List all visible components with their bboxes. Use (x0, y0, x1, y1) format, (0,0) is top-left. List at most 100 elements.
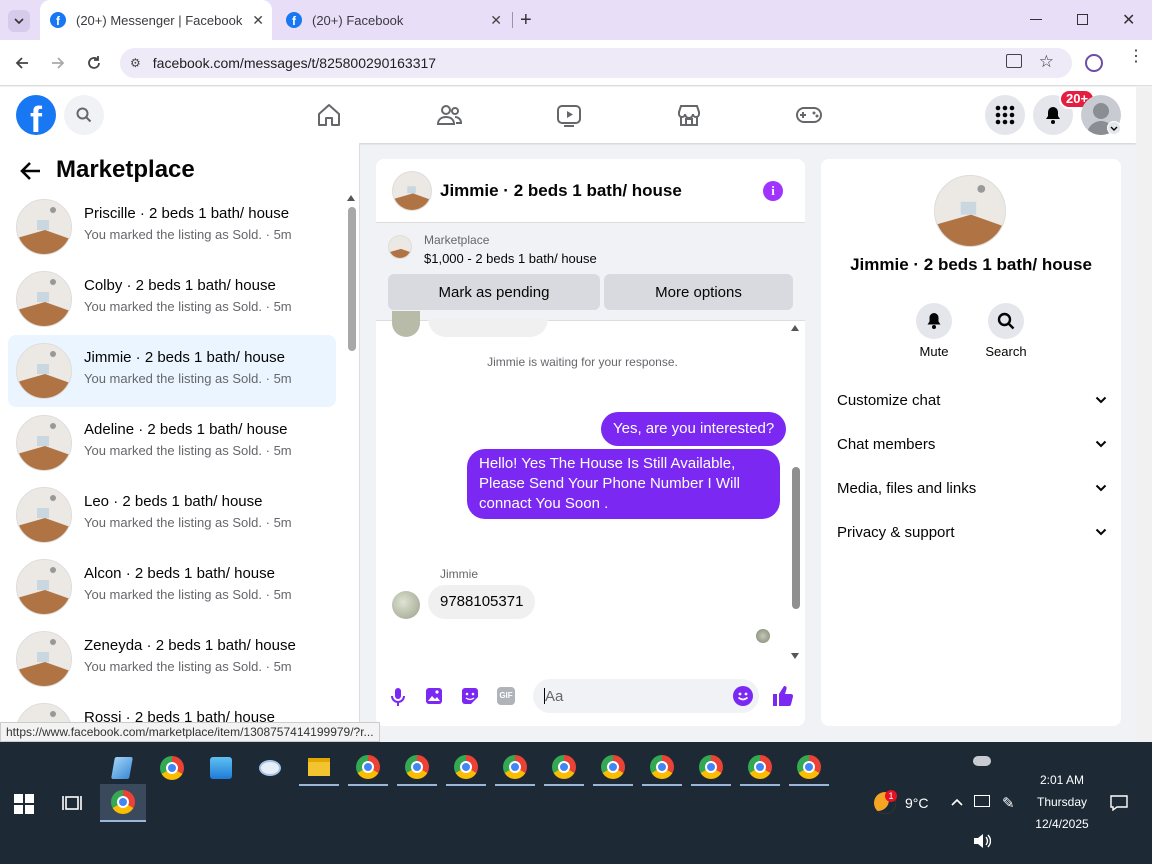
conversation-snippet: You marked the listing as Sold. · 5m (84, 515, 292, 530)
close-tab-icon[interactable]: ✕ (252, 12, 264, 29)
install-app-icon[interactable] (1006, 54, 1022, 68)
forward-arrow-icon[interactable] (47, 52, 69, 74)
tab-title: (20+) Messenger | Facebook (76, 12, 243, 28)
conversation-item[interactable]: Adeline · 2 beds 1 bath/ house You marke… (8, 407, 336, 479)
message-input[interactable]: Aa (533, 679, 759, 713)
chrome-profile-icon[interactable] (348, 750, 388, 786)
microphone-icon[interactable] (390, 687, 406, 707)
conversation-item[interactable]: Priscille · 2 beds 1 bath/ house You mar… (8, 191, 336, 263)
conversation-item[interactable]: Zeneyda · 2 beds 1 bath/ house You marke… (8, 623, 336, 695)
search-icon[interactable] (64, 95, 104, 135)
sender-avatar[interactable] (392, 591, 420, 619)
tab-messenger[interactable]: f (20+) Messenger | Facebook ✕ (40, 0, 272, 40)
close-tab-icon[interactable]: ✕ (490, 12, 502, 29)
new-tab-icon[interactable]: + (520, 9, 532, 32)
file-explorer-icon[interactable] (299, 750, 339, 786)
network-icon[interactable] (974, 795, 990, 807)
chat-avatar[interactable] (392, 171, 432, 211)
chrome-profile-icon[interactable] (593, 750, 633, 786)
marketplace-icon[interactable] (675, 101, 703, 129)
media-files-links-section[interactable]: Media, files and links (837, 476, 1107, 500)
chrome-active-window-icon[interactable] (100, 784, 146, 822)
message-sender-label: Jimmie (440, 567, 478, 581)
thumbs-up-icon[interactable] (772, 685, 794, 707)
clock-time[interactable]: 2:01 AM (1030, 773, 1094, 787)
chrome-profile-icon[interactable] (740, 750, 780, 786)
sticker-icon[interactable] (461, 687, 479, 705)
clock-day[interactable]: Thursday (1030, 795, 1094, 809)
conversation-item[interactable]: Leo · 2 beds 1 bath/ house You marked th… (8, 479, 336, 551)
task-view-icon[interactable] (62, 794, 82, 812)
conversation-item-active[interactable]: Jimmie · 2 beds 1 bath/ house You marked… (8, 335, 336, 407)
notification-center-icon[interactable] (1110, 795, 1128, 811)
clock-date[interactable]: 12/4/2025 (1030, 817, 1094, 831)
notepad-icon[interactable] (102, 750, 142, 786)
more-options-button[interactable]: More options (604, 274, 793, 310)
chrome-profile-icon[interactable] (642, 750, 682, 786)
facebook-logo[interactable]: f (16, 95, 56, 135)
start-button[interactable] (14, 794, 34, 814)
privacy-support-section[interactable]: Privacy & support (837, 520, 1107, 544)
back-arrow-icon[interactable] (11, 52, 33, 74)
photos-icon[interactable] (201, 750, 241, 786)
bookmark-star-icon[interactable]: ☆ (1039, 52, 1054, 72)
minimize-icon[interactable] (1030, 19, 1042, 20)
gaming-icon[interactable] (795, 101, 823, 129)
temperature[interactable]: 9°C (905, 795, 929, 811)
close-window-icon[interactable]: ✕ (1122, 10, 1135, 30)
section-label: Customize chat (837, 391, 941, 409)
photo-icon[interactable] (425, 687, 443, 705)
page-scrollbar-track[interactable] (1136, 87, 1152, 742)
volume-icon[interactable] (973, 834, 991, 848)
details-avatar[interactable] (934, 175, 1006, 247)
outgoing-message[interactable]: Hello! Yes The House Is Still Available,… (467, 449, 780, 519)
mute-button[interactable] (916, 303, 952, 339)
menu-grid-icon[interactable] (985, 95, 1025, 135)
profile-icon[interactable] (1085, 54, 1103, 72)
listing-price[interactable]: $1,000 - 2 beds 1 bath/ house (424, 251, 597, 266)
browser-menu-icon[interactable]: ⋮ (1128, 49, 1144, 65)
pen-icon[interactable]: ✎ (1002, 794, 1015, 812)
browser-tab-strip: f (20+) Messenger | Facebook ✕ f (20+) F… (0, 0, 1152, 40)
chrome-profile-icon[interactable] (544, 750, 584, 786)
chat-title[interactable]: Jimmie · 2 beds 1 bath/ house (440, 181, 682, 201)
conversation-item[interactable]: Alcon · 2 beds 1 bath/ house You marked … (8, 551, 336, 623)
conversation-item[interactable]: Colby · 2 beds 1 bath/ house You marked … (8, 263, 336, 335)
site-settings-icon[interactable]: ⚙ (130, 56, 141, 70)
outgoing-message[interactable]: Yes, are you interested? (601, 412, 787, 446)
conversation-list-scrollbar[interactable] (348, 207, 356, 351)
chrome-profile-icon[interactable] (446, 750, 486, 786)
scroll-down-arrow-icon[interactable] (791, 653, 799, 659)
chrome-icon[interactable] (152, 750, 192, 786)
incoming-message[interactable]: 9788105371 (428, 585, 536, 619)
tab-facebook[interactable]: f (20+) Facebook ✕ (278, 0, 510, 40)
customize-chat-section[interactable]: Customize chat (837, 388, 1107, 412)
chrome-profile-icon[interactable] (495, 750, 535, 786)
chrome-profile-icon[interactable] (691, 750, 731, 786)
message-scrollbar[interactable] (792, 467, 800, 609)
emoji-icon[interactable] (733, 686, 753, 706)
show-hidden-icons-chevron-icon[interactable] (951, 798, 963, 806)
maximize-icon[interactable] (1077, 14, 1088, 25)
tab-search-chevron-icon[interactable] (8, 10, 30, 32)
conversation-name: Leo · 2 beds 1 bath/ house (84, 493, 263, 510)
scroll-up-arrow-icon[interactable] (347, 195, 355, 201)
chrome-profile-icon[interactable] (397, 750, 437, 786)
chrome-profile-icon[interactable] (789, 750, 829, 786)
friends-icon[interactable] (435, 101, 463, 129)
listing-thumbnail (16, 271, 72, 327)
reload-icon[interactable] (83, 52, 105, 74)
info-icon[interactable]: i (763, 181, 783, 201)
home-icon[interactable] (315, 101, 343, 129)
search-in-chat-button[interactable] (988, 303, 1024, 339)
video-icon[interactable] (555, 101, 583, 129)
account-chevron-icon[interactable] (1107, 121, 1121, 135)
address-bar[interactable]: ⚙ facebook.com/messages/t/82580029016331… (120, 48, 1072, 78)
chat-members-section[interactable]: Chat members (837, 432, 1107, 456)
onedrive-cloud-icon[interactable] (973, 756, 991, 766)
scroll-up-arrow-icon[interactable] (791, 325, 799, 331)
mark-as-pending-button[interactable]: Mark as pending (388, 274, 600, 310)
back-arrow-icon[interactable] (20, 161, 42, 181)
paint-icon[interactable] (250, 750, 290, 786)
gif-icon[interactable]: GIF (497, 687, 515, 705)
